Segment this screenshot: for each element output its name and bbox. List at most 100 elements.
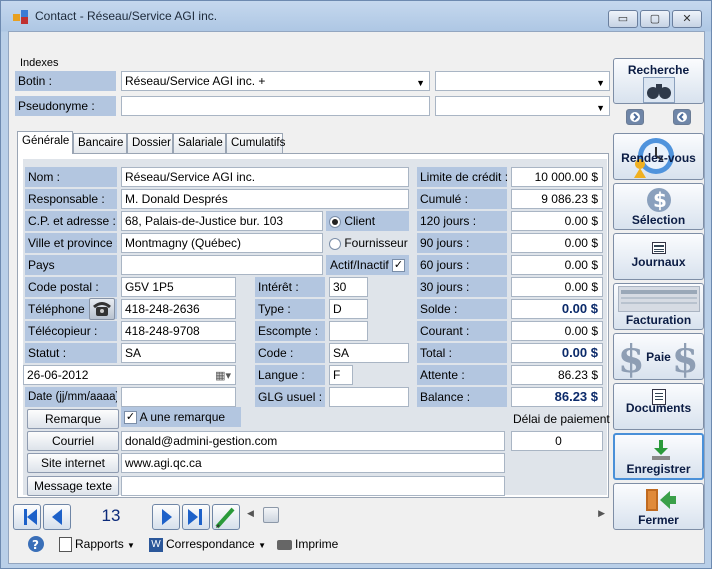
jours-30-value: 0.00 $ (511, 277, 603, 297)
telecopieur-input[interactable]: 418-248-9708 (121, 321, 236, 341)
balance-label: Balance : (417, 387, 507, 407)
jours-120-value: 0.00 $ (511, 211, 603, 231)
courriel-input[interactable]: donald@admini-gestion.com (121, 431, 505, 451)
tab-generale[interactable]: Générale (17, 131, 73, 154)
nom-input[interactable]: Réseau/Service AGI inc. (121, 167, 409, 187)
tab-salariale[interactable]: Salariale (173, 133, 226, 153)
courriel-button[interactable]: Courriel (27, 431, 119, 451)
pays-label: Pays (25, 255, 117, 275)
date-picker[interactable]: 26-06-2012 ▦▾ (23, 365, 236, 385)
date-label: Date (jj/mm/aaaa): (25, 387, 117, 407)
date-input[interactable] (121, 387, 236, 407)
ville-label: Ville et province : (25, 233, 117, 253)
close-button[interactable]: ✕ (672, 10, 702, 28)
phone-dial-icon[interactable] (89, 298, 115, 320)
enregistrer-button[interactable]: Enregistrer (613, 433, 704, 480)
botin-select[interactable]: Réseau/Service AGI inc. + ▼ (121, 71, 430, 91)
chevron-down-icon: ▼ (416, 78, 425, 88)
help-button[interactable]: ? (27, 535, 45, 553)
fournisseur-radio[interactable]: Fournisseur (326, 233, 409, 253)
horizontal-scrollbar[interactable]: ◀ ▶ (245, 506, 607, 524)
rapports-dropdown[interactable]: Rapports ▼ (59, 535, 135, 553)
interet-label: Intérêt : (255, 277, 325, 297)
app-icon (13, 10, 29, 24)
rapports-label: Rapports (75, 537, 124, 551)
edit-record-button[interactable] (212, 504, 240, 530)
statut-input[interactable]: SA (121, 343, 236, 363)
adresse-input[interactable]: 68, Palais-de-Justice bur. 103 (121, 211, 323, 231)
facturation-button[interactable]: Facturation (613, 283, 704, 330)
telephone-input[interactable]: 418-248-2636 (121, 299, 236, 319)
langue-input[interactable]: F (329, 365, 353, 385)
cumule-value: 9 086.23 $ (511, 189, 603, 209)
correspondance-dropdown[interactable]: W Correspondance ▼ (149, 535, 266, 553)
scroll-left-icon: ◀ (247, 508, 254, 518)
scrollbar-thumb[interactable] (263, 507, 279, 523)
pseudonyme-input[interactable] (121, 96, 430, 116)
botin-extra-select[interactable]: ▼ (435, 71, 610, 91)
remarque-button[interactable]: Remarque (27, 409, 119, 429)
site-internet-button[interactable]: Site internet (27, 453, 119, 473)
imprime-button[interactable]: Imprime (277, 535, 338, 553)
glg-input[interactable] (329, 387, 409, 407)
maximize-button[interactable]: ▢ (640, 10, 670, 28)
pays-input[interactable] (121, 255, 323, 275)
type-input[interactable]: D (329, 299, 368, 319)
code-input[interactable]: SA (329, 343, 409, 363)
chevron-down-icon: ▼ (596, 103, 605, 113)
cumule-label: Cumulé : (417, 189, 507, 209)
statut-label: Statut : (25, 343, 117, 363)
window-title: Contact - Réseau/Service AGI inc. (35, 9, 218, 23)
last-record-button[interactable] (182, 504, 210, 530)
escompte-input[interactable] (329, 321, 368, 341)
rendez-vous-button[interactable]: Rendez-vous (613, 133, 704, 180)
message-texte-button[interactable]: Message texte (27, 476, 119, 496)
attente-label: Attente : (417, 365, 507, 385)
minimize-icon: ▭ (617, 13, 629, 25)
first-record-button[interactable] (13, 504, 41, 530)
paie-button[interactable]: $ $ Paie (613, 333, 704, 381)
documents-button[interactable]: Documents (613, 383, 704, 430)
previous-page-button[interactable] (626, 109, 644, 125)
help-icon: ? (28, 536, 44, 552)
rendez-vous-label: Rendez-vous (621, 151, 696, 165)
type-label: Type : (255, 299, 325, 319)
pseudonyme-extra-select[interactable]: ▼ (435, 96, 610, 116)
glg-label: GLG usuel : (255, 387, 325, 407)
selection-button[interactable]: $ Sélection (613, 183, 704, 230)
limite-credit-value[interactable]: 10 000.00 $ (511, 167, 603, 187)
ville-input[interactable]: Montmagny (Québec) (121, 233, 323, 253)
solde-value: 0.00 $ (511, 299, 603, 319)
code-postal-input[interactable]: G5V 1P5 (121, 277, 236, 297)
balance-value: 86.23 $ (511, 387, 603, 407)
interet-input[interactable]: 30 (329, 277, 368, 297)
tab-dossier[interactable]: Dossier (127, 133, 173, 153)
tab-bancaire[interactable]: Bancaire (73, 133, 127, 153)
word-icon: W (149, 537, 163, 552)
responsable-input[interactable]: M. Donald Després (121, 189, 409, 209)
code-postal-label: Code postal : (25, 277, 117, 297)
fermer-button[interactable]: Fermer (613, 483, 704, 530)
invoice-icon (618, 286, 700, 312)
actif-inactif-checkbox[interactable]: Actif/Inactif ✓ (326, 255, 409, 275)
tab-cumulatifs[interactable]: Cumulatifs (226, 133, 285, 153)
contact-window: Contact - Réseau/Service AGI inc. ▭ ▢ ✕ … (0, 0, 712, 569)
minimize-button[interactable]: ▭ (608, 10, 638, 28)
correspondance-label: Correspondance (166, 537, 255, 551)
next-record-button[interactable] (152, 504, 180, 530)
site-internet-input[interactable]: www.agi.qc.ca (121, 453, 505, 473)
check-icon: ✓ (392, 259, 406, 273)
previous-record-button[interactable] (43, 504, 71, 530)
radio-empty-icon (329, 237, 341, 250)
recherche-button[interactable]: Recherche (613, 58, 704, 104)
delai-paiement-label: Délai de paiement (513, 412, 610, 426)
next-page-button[interactable] (673, 109, 691, 125)
journaux-label: Journaux (631, 255, 686, 269)
une-remarque-checkbox[interactable]: ✓ A une remarque (121, 407, 241, 427)
solde-label: Solde : (417, 299, 507, 319)
delai-paiement-input[interactable]: 0 (511, 431, 603, 451)
journaux-button[interactable]: Journaux (613, 233, 704, 280)
client-radio[interactable]: Client (326, 211, 409, 231)
client-label: Client (344, 214, 376, 228)
message-texte-input[interactable] (121, 476, 505, 496)
